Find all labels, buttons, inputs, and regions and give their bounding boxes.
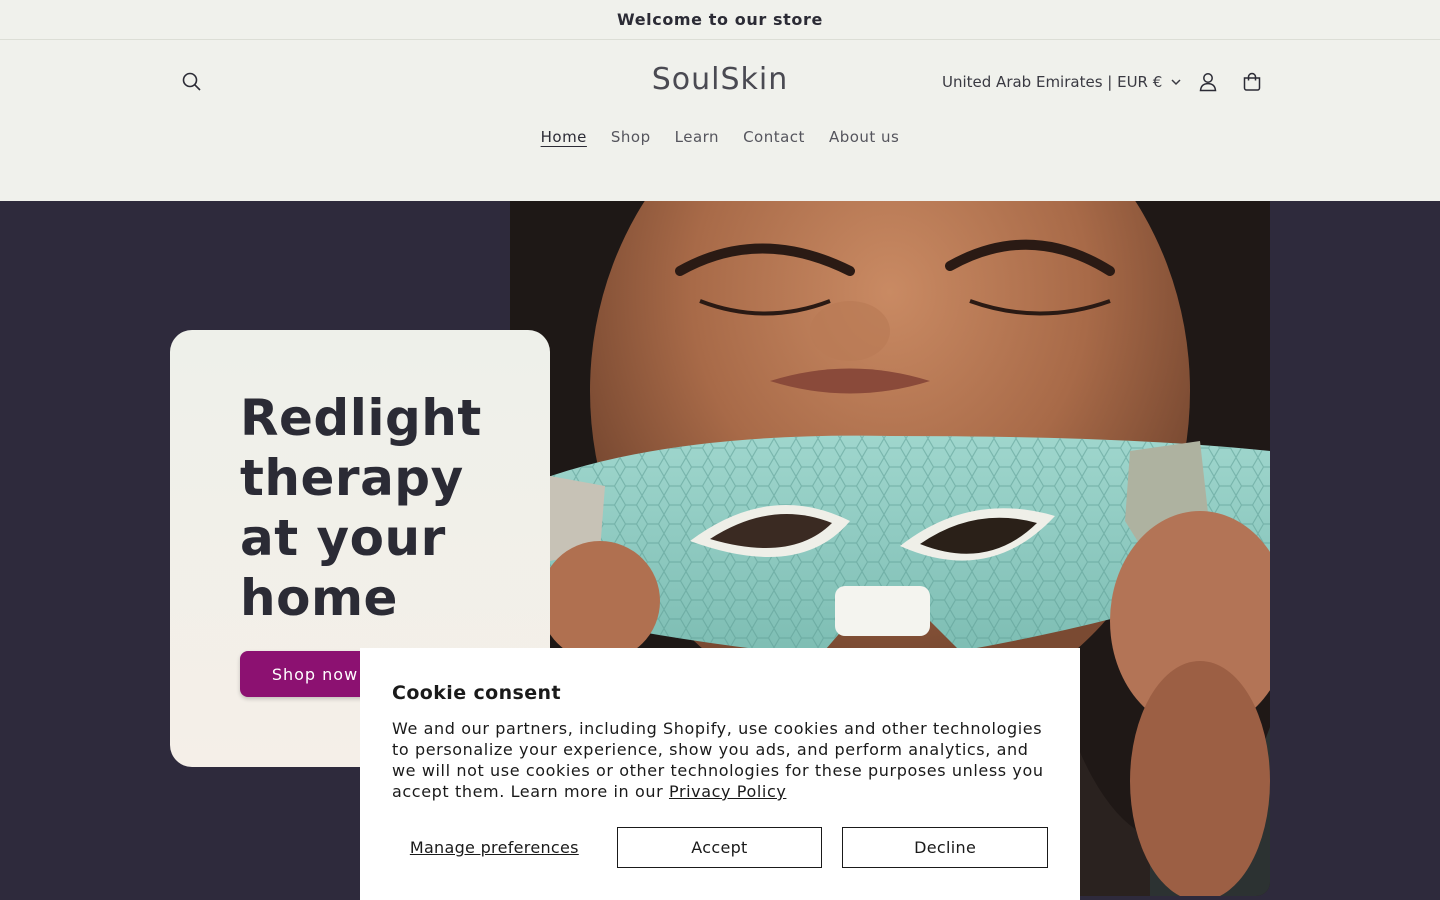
hero-heading-line: at your <box>240 509 446 567</box>
announcement-text: Welcome to our store <box>617 10 823 29</box>
nav-item-shop[interactable]: Shop <box>599 124 663 150</box>
nav-item-learn[interactable]: Learn <box>663 124 731 150</box>
cookie-body: We and our partners, including Shopify, … <box>392 718 1052 802</box>
logo-link[interactable]: SoulSkin <box>652 62 789 97</box>
nav-item-home[interactable]: Home <box>529 124 599 150</box>
accept-button[interactable]: Accept <box>616 827 823 868</box>
country-selector-label: United Arab Emirates | EUR € <box>942 73 1163 91</box>
nav-item-contact[interactable]: Contact <box>731 124 817 150</box>
site-header: SoulSkin United Arab Emirates | EUR € Ho… <box>0 40 1440 201</box>
privacy-policy-link[interactable]: Privacy Policy <box>669 782 786 801</box>
decline-button[interactable]: Decline <box>842 827 1048 868</box>
account-icon[interactable] <box>1188 62 1228 102</box>
cookie-actions: Manage preferences Accept Decline <box>392 827 1048 868</box>
hero-heading: Redlight therapy at your home <box>240 388 540 628</box>
cookie-title: Cookie consent <box>392 682 561 704</box>
hero-heading-line: Redlight <box>240 389 482 447</box>
search-icon[interactable] <box>172 62 212 102</box>
main-nav: Home Shop Learn Contact About us <box>0 124 1440 150</box>
cart-icon[interactable] <box>1232 62 1272 102</box>
announcement-bar: Welcome to our store <box>0 0 1440 40</box>
cookie-consent-dialog: Cookie consent We and our partners, incl… <box>360 648 1080 900</box>
hero-heading-line: therapy <box>240 449 464 507</box>
country-selector[interactable]: United Arab Emirates | EUR € <box>930 64 1194 100</box>
hero-heading-line: home <box>240 569 398 627</box>
nav-item-about-us[interactable]: About us <box>817 124 911 150</box>
manage-preferences-link[interactable]: Manage preferences <box>392 838 597 857</box>
chevron-down-icon <box>1170 78 1182 86</box>
